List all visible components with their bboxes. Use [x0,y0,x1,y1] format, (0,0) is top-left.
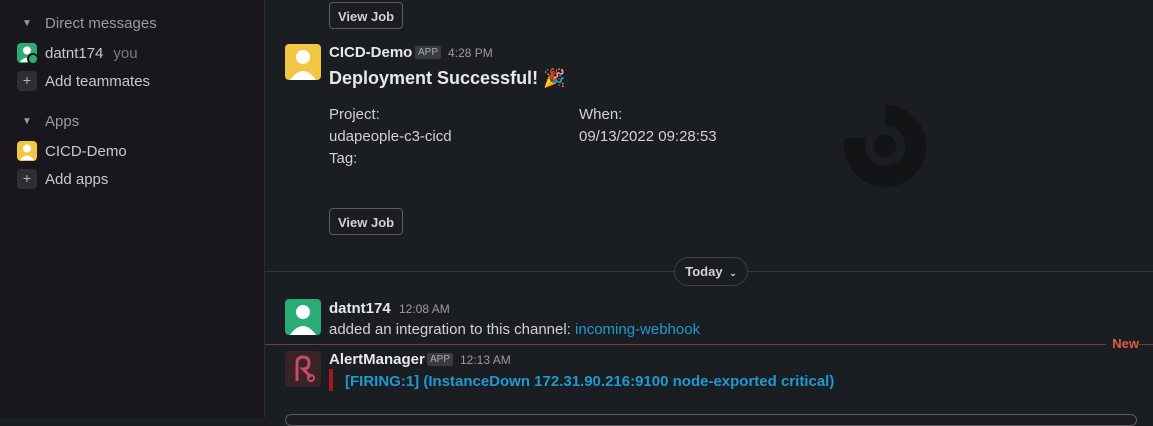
sender-name[interactable]: AlertManager [329,351,425,368]
chevron-down-icon: ⌄ [729,268,737,278]
sender-name[interactable]: CICD-Demo [329,44,412,61]
alertmanager-logo-icon [295,355,315,382]
day-divider-label: Today [685,264,723,279]
alertmanager-avatar[interactable] [285,351,321,387]
add-teammates-button[interactable]: + Add teammates [0,67,264,95]
plus-icon: + [17,169,37,189]
datnt174-avatar[interactable] [285,299,321,335]
sidebar: ▼ Direct messages datnt174 you + Add tea… [0,0,265,418]
tag-label: Tag: [329,150,358,167]
day-divider-button[interactable]: Today ⌄ [674,257,748,286]
cicd-demo-avatar[interactable] [285,44,321,80]
you-label: you [113,44,138,62]
app-badge: APP [415,46,442,59]
caret-down-icon: ▼ [22,17,32,29]
sidebar-item-datnt174[interactable]: datnt174 you [0,39,264,67]
timestamp[interactable]: 12:08 AM [399,302,450,316]
integration-text: added an integration to this channel: [329,321,576,338]
new-messages-label: New [1106,336,1139,351]
direct-messages-section[interactable]: ▼ Direct messages [0,9,264,37]
webhook-link[interactable]: incoming-webhook [575,321,700,338]
add-apps-button[interactable]: + Add apps [0,165,264,193]
view-job-button[interactable]: View Job [329,2,404,29]
app-item-label: CICD-Demo [45,142,127,160]
alert-title-link[interactable]: [FIRING:1] (InstanceDown 172.31.90.216:9… [345,373,834,390]
when-label: When: [579,106,623,123]
when-value: 09/13/2022 09:28:53 [579,128,717,145]
app-avatar-icon [17,141,37,161]
add-teammates-label: Add teammates [45,72,151,90]
alert-severity-bar [329,369,333,391]
add-apps-label: Add apps [45,170,109,188]
direct-messages-label: Direct messages [45,14,157,32]
new-messages-line [265,344,1153,345]
timestamp[interactable]: 12:13 AM [460,353,511,367]
sidebar-item-cicd-demo[interactable]: CICD-Demo [0,137,264,165]
circleci-logo-icon [844,104,927,187]
apps-section[interactable]: ▼ Apps [0,107,264,135]
online-status-icon [27,53,39,65]
project-label: Project: [329,106,380,123]
apps-label: Apps [45,112,80,130]
timestamp[interactable]: 4:28 PM [448,46,493,60]
dm-user-label: datnt174 [45,44,104,62]
caret-down-icon: ▼ [22,115,32,127]
deployment-title: Deployment Successful! 🎉 [329,68,566,88]
user-avatar-icon [17,43,39,65]
plus-icon: + [17,71,37,91]
integration-message: added an integration to this channel: in… [329,321,700,338]
project-value: udapeople-c3-cicd [329,128,452,145]
message-pane: View Job CICD-Demo APP 4:28 PM Deploymen… [265,0,1153,426]
view-job-button[interactable]: View Job [329,208,404,235]
sender-name[interactable]: datnt174 [329,300,391,317]
message-composer[interactable] [285,414,1137,426]
app-badge: APP [427,353,454,366]
